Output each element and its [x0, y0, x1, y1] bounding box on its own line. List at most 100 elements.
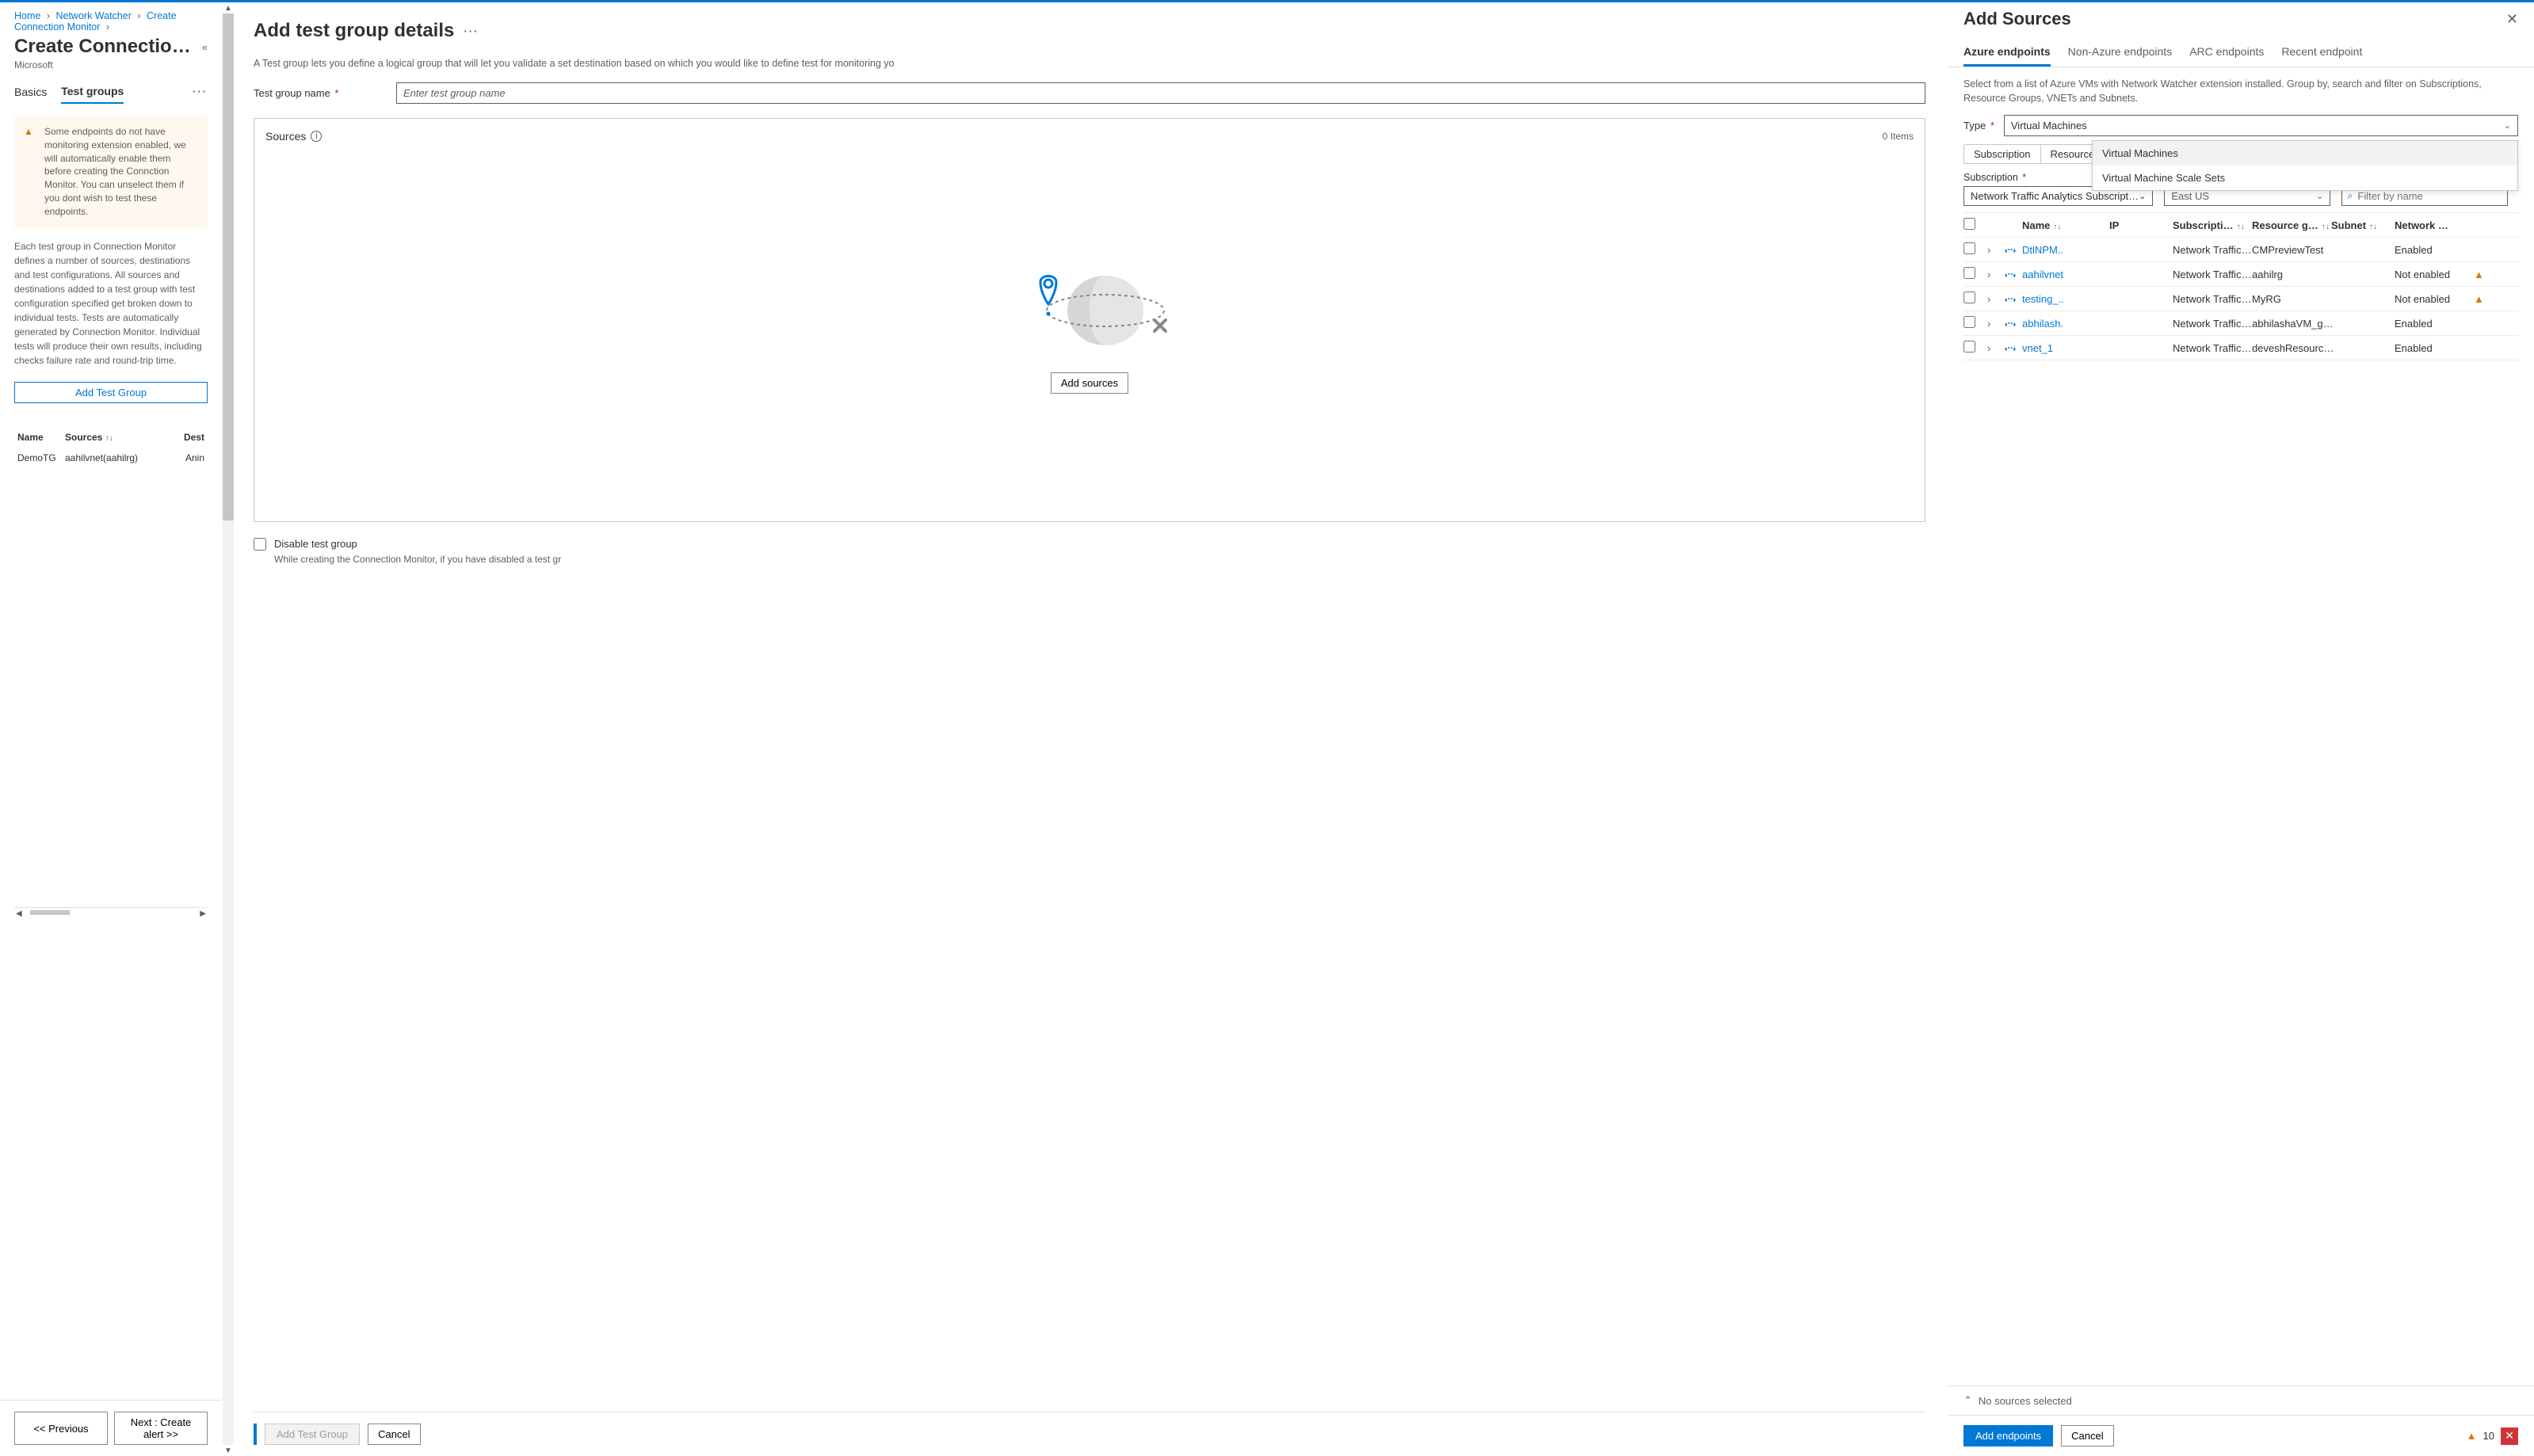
scroll-left-icon[interactable]: ◀	[14, 909, 24, 918]
col-resource-group[interactable]: Resource g…↑↓	[2252, 219, 2331, 231]
row-checkbox[interactable]	[1963, 242, 1975, 254]
type-label: Type *	[1963, 120, 1994, 131]
panel-title: Add Sources	[1963, 9, 2506, 29]
warning-icon: ▲	[2467, 1430, 2477, 1442]
row-checkbox[interactable]	[1963, 341, 1975, 353]
select-all-checkbox[interactable]	[1963, 218, 1975, 230]
warning-icon: ▲	[24, 125, 33, 139]
table-row[interactable]: › abhilash. Network Traffic…abhilashaVM_g……	[1963, 311, 2518, 336]
table-row[interactable]: ›aahilvnetNetwork Traffic…aahilrgNot ena…	[1963, 262, 2518, 287]
add-test-group-submit-button: Add Test Group	[265, 1424, 360, 1445]
col-name[interactable]: Name↑↓	[2022, 219, 2109, 231]
cell-name: aahilvnet	[2022, 269, 2109, 280]
col-sources-header[interactable]: Sources ↑↓	[65, 432, 176, 443]
expand-icon[interactable]: ›	[1987, 269, 2005, 280]
blade-title: Add test group details	[254, 20, 454, 42]
horizontal-scrollbar[interactable]: ◀ ▶	[14, 907, 208, 920]
disable-test-group-label: Disable test group	[274, 538, 357, 550]
expand-icon[interactable]: ›	[1987, 293, 2005, 305]
type-option-vmss[interactable]: Virtual Machine Scale Sets	[2093, 166, 2517, 190]
tab-arc-endpoints[interactable]: ARC endpoints	[2189, 45, 2264, 67]
tab-azure-endpoints[interactable]: Azure endpoints	[1963, 45, 2051, 67]
add-endpoints-button[interactable]: Add endpoints	[1963, 1425, 2053, 1446]
cell-name: abhilash.	[2022, 318, 2109, 330]
col-ip[interactable]: IP	[2109, 219, 2173, 231]
expand-icon[interactable]: ›	[1987, 342, 2005, 354]
cell-subscription: Network Traffic…	[2173, 244, 2252, 256]
vnet-icon	[2005, 269, 2022, 280]
scroll-right-icon[interactable]: ▶	[198, 909, 208, 918]
cell-name: DemoTG	[17, 452, 65, 463]
table-row[interactable]: › testing_.. Network Traffic…MyRG Not enabl…	[1963, 287, 2518, 311]
cell-resource-group: CMPreviewTest	[2252, 244, 2331, 256]
segment-subscription[interactable]: Subscription	[1964, 145, 2041, 163]
globe-illustration	[1002, 258, 1177, 353]
warning-banner: ▲ Some endpoints do not have monitoring …	[14, 116, 208, 228]
disable-test-group-checkbox[interactable]	[254, 538, 266, 551]
test-group-name-label: Test group name *	[254, 87, 396, 99]
table-row[interactable]: DemoTG aahilvnet(aahilrg) Anin	[14, 448, 208, 468]
add-sources-button[interactable]: Add sources	[1051, 372, 1128, 394]
table-row[interactable]: › DtlNPM.. Network Traffic…CMPreviewTest En…	[1963, 238, 2518, 262]
sources-panel: Sources i 0 Items Add sources	[254, 118, 1925, 522]
more-icon[interactable]: ···	[464, 25, 479, 37]
collapse-icon[interactable]: «	[202, 41, 208, 53]
cell-name: testing_..	[2022, 293, 2109, 305]
info-icon[interactable]: i	[311, 131, 322, 142]
cell-name: vnet_1	[2022, 342, 2109, 354]
type-dropdown: Virtual Machines Virtual Machine Scale S…	[2092, 140, 2518, 191]
type-select[interactable]: Virtual Machines ⌄	[2004, 115, 2518, 136]
chevron-down-icon: ⌄	[2139, 191, 2146, 201]
vertical-scrollbar[interactable]: ▲ ▼	[222, 2, 235, 1456]
tab-recent-endpoint[interactable]: Recent endpoint	[2281, 45, 2362, 67]
sources-label: Sources	[265, 130, 306, 143]
previous-button[interactable]: << Previous	[14, 1412, 108, 1445]
chevron-up-icon[interactable]: ⌃	[1963, 1394, 1972, 1407]
row-checkbox[interactable]	[1963, 267, 1975, 279]
vnet-icon	[2005, 244, 2022, 255]
cell-resource-group: abhilashaVM_g…	[2252, 318, 2331, 330]
close-icon[interactable]: ✕	[2506, 11, 2518, 28]
cell-subscription: Network Traffic…	[2173, 293, 2252, 305]
table-row[interactable]: ›vnet_1Network Traffic…deveshResourc…Ena…	[1963, 336, 2518, 360]
cell-resource-group: aahilrg	[2252, 269, 2331, 280]
cell-network: Enabled	[2395, 318, 2474, 330]
col-name-header[interactable]: Name	[17, 432, 65, 443]
col-subscription[interactable]: Subscripti…↑↓	[2173, 219, 2252, 231]
cell-resource-group: MyRG	[2252, 293, 2331, 305]
test-group-name-input[interactable]	[396, 82, 1925, 104]
type-option-vm[interactable]: Virtual Machines	[2093, 141, 2517, 166]
warning-count: 10	[2483, 1430, 2494, 1442]
row-checkbox[interactable]	[1963, 292, 1975, 303]
endpoints-grid: Name↑↓ IP Subscripti…↑↓ Resource g…↑↓ Su…	[1963, 212, 2518, 360]
tab-test-groups[interactable]: Test groups	[61, 78, 124, 104]
breadcrumb-network-watcher[interactable]: Network Watcher	[55, 10, 131, 21]
cancel-button[interactable]: Cancel	[2061, 1425, 2113, 1446]
cell-network: Not enabled	[2395, 293, 2474, 305]
error-badge[interactable]: ✕	[2501, 1427, 2518, 1445]
cancel-button[interactable]: Cancel	[368, 1424, 420, 1445]
tab-non-azure-endpoints[interactable]: Non-Azure endpoints	[2068, 45, 2173, 67]
col-dest-header[interactable]: Dest	[176, 432, 204, 443]
cell-subscription: Network Traffic…	[2173, 269, 2252, 280]
breadcrumb-home[interactable]: Home	[14, 10, 40, 21]
tab-basics[interactable]: Basics	[14, 79, 47, 103]
col-network[interactable]: Network …	[2395, 219, 2474, 231]
row-checkbox[interactable]	[1963, 316, 1975, 328]
expand-icon[interactable]: ›	[1987, 318, 2005, 330]
col-subnet[interactable]: Subnet↑↓	[2331, 219, 2395, 231]
expand-icon[interactable]: ›	[1987, 244, 2005, 256]
next-button[interactable]: Next : Create alert >>	[114, 1412, 208, 1445]
cell-name: DtlNPM..	[2022, 244, 2109, 256]
add-test-group-button[interactable]: Add Test Group	[14, 382, 208, 403]
search-icon: ⌕	[2347, 190, 2353, 202]
left-description: Each test group in Connection Monitor de…	[0, 239, 222, 368]
cell-network: Enabled	[2395, 244, 2474, 256]
more-icon[interactable]: ···	[193, 86, 208, 97]
blade-description: A Test group lets you define a logical g…	[254, 56, 1925, 71]
no-sources-label: No sources selected	[1979, 1395, 2072, 1407]
vnet-icon	[2005, 293, 2022, 304]
cell-subscription: Network Traffic…	[2173, 318, 2252, 330]
page-title: Create Connection…	[14, 36, 196, 58]
chevron-down-icon: ⌄	[2316, 191, 2323, 201]
